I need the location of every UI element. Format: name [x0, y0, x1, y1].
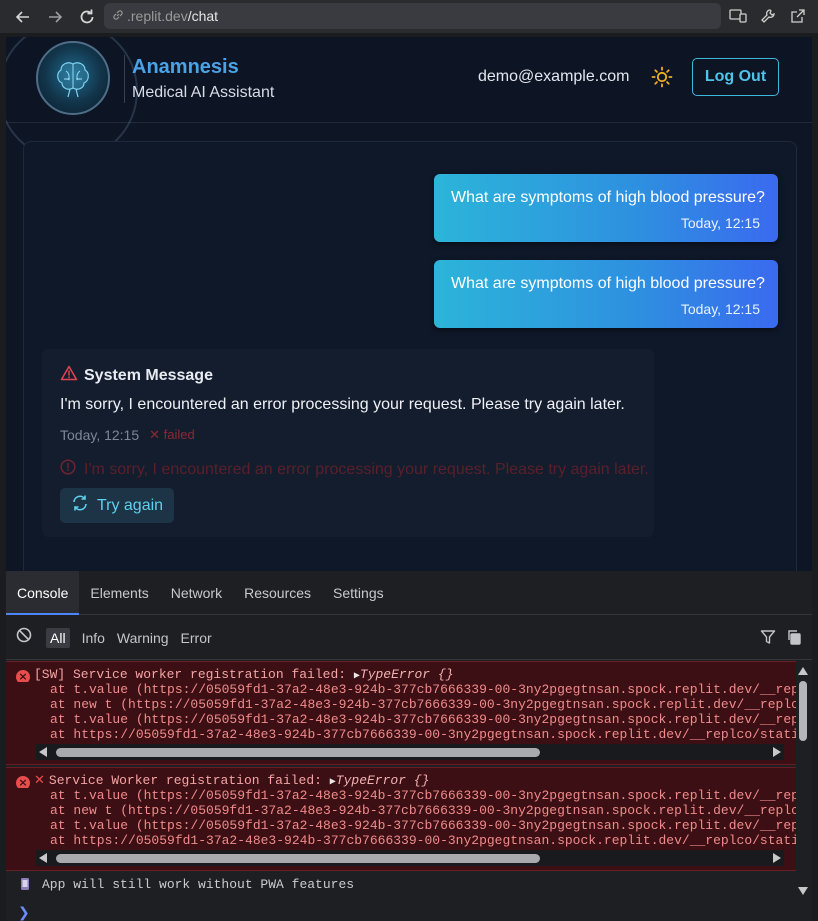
filter-info[interactable]: Info [82, 630, 105, 646]
log-type: TypeError {} [335, 773, 430, 788]
error-notice-text: I'm sorry, I encountered an error proces… [84, 460, 649, 478]
log-message: [SW] Service worker registration failed: [34, 667, 354, 682]
brand-title: Anamnesis [132, 56, 239, 78]
system-message-meta: Today, 12:15 ✕ failed [60, 427, 195, 443]
scrollbar-thumb[interactable] [56, 748, 540, 757]
log-type: TypeError {} [359, 667, 454, 682]
user-message: What are symptoms of high blood pressure… [434, 260, 778, 328]
horizontal-scrollbar[interactable] [36, 744, 784, 760]
scroll-down-arrow-icon[interactable] [798, 887, 808, 895]
devtools-panel: Console Elements Network Resources Setti… [6, 571, 812, 921]
filter-error[interactable]: Error [181, 630, 212, 646]
console-prompt-icon[interactable]: ❯ [18, 905, 30, 921]
message-text: What are symptoms of high blood pressure… [451, 189, 765, 206]
stack-line: at t.value (https://05059fd1-37a2-48e3-9… [50, 712, 796, 727]
error-circle-icon: × [16, 670, 30, 682]
message-text: What are symptoms of high blood pressure… [451, 275, 765, 292]
copy-icon[interactable] [786, 629, 802, 650]
log-header: × ✕ Service Worker registration failed: ▶T… [6, 773, 796, 788]
stack-line: at new t (https://05059fd1-37a2-48e3-924… [50, 803, 796, 818]
user-message: What are symptoms of high blood pressure… [434, 174, 778, 242]
logout-button[interactable]: Log Out [692, 58, 779, 96]
console-error-entry: × ✕ Service Worker registration failed: ▶T… [6, 767, 796, 871]
scroll-right-arrow-icon[interactable] [773, 747, 781, 757]
scrollbar-thumb[interactable] [799, 681, 807, 741]
stack-line: at t.value (https://05059fd1-37a2-48e3-9… [50, 818, 796, 833]
console-filterbar: All Info Warning Error [6, 616, 812, 660]
message-time: Today, 12:15 [680, 301, 760, 317]
reload-icon[interactable] [74, 4, 100, 30]
stack-line: at new t (https://05059fd1-37a2-48e3-924… [50, 697, 796, 712]
stack-line: at https://05059fd1-37a2-48e3-924b-377cb… [50, 727, 796, 742]
filter-all[interactable]: All [46, 627, 70, 648]
tab-network[interactable]: Network [160, 571, 233, 615]
url-host: .replit.dev [127, 8, 188, 24]
stack-line: at t.value (https://05059fd1-37a2-48e3-9… [50, 788, 796, 803]
tab-settings[interactable]: Settings [322, 571, 395, 615]
scroll-left-arrow-icon[interactable] [39, 747, 47, 757]
tab-console[interactable]: Console [6, 571, 80, 615]
log-header: × [SW] Service worker registration failed… [6, 667, 796, 682]
phone-icon [20, 877, 30, 895]
console-info-entry: App will still work without PWA features [6, 877, 796, 893]
system-message-time: Today, 12:15 [60, 427, 140, 443]
scroll-up-arrow-icon[interactable] [798, 667, 808, 675]
devices-icon[interactable] [726, 4, 750, 28]
app-header: Anamnesis Medical AI Assistant demo@exam… [6, 37, 812, 161]
chat-panel: What are symptoms of high blood pressure… [23, 141, 797, 571]
scrollbar-thumb[interactable] [56, 854, 540, 863]
info-message: App will still work without PWA features [42, 877, 355, 892]
filter-funnel-icon[interactable] [760, 629, 776, 650]
scroll-right-arrow-icon[interactable] [773, 853, 781, 863]
try-again-button[interactable]: Try again [60, 488, 174, 523]
app-window: Anamnesis Medical AI Assistant demo@exam… [6, 37, 812, 571]
forward-icon[interactable] [42, 4, 68, 30]
cross-icon: ✕ [34, 773, 45, 788]
error-notice: I'm sorry, I encountered an error proces… [60, 459, 649, 480]
system-message-header: System Message [60, 365, 213, 386]
tab-elements[interactable]: Elements [79, 571, 159, 615]
console-error-entry: × [SW] Service worker registration failed… [6, 661, 796, 765]
brain-logo-icon [36, 41, 110, 115]
vertical-scrollbar[interactable] [798, 667, 808, 895]
system-message: System Message I'm sorry, I encountered … [42, 349, 654, 537]
failed-status: ✕ failed [149, 427, 195, 442]
browser-toolbar: .replit.dev/chat [0, 0, 818, 33]
address-bar[interactable]: .replit.dev/chat [104, 3, 721, 29]
system-message-text: I'm sorry, I encountered an error proces… [60, 396, 625, 413]
log-message: Service Worker registration failed: [48, 773, 330, 788]
brand-divider [124, 55, 125, 103]
scroll-left-arrow-icon[interactable] [39, 853, 47, 863]
alert-circle-icon [60, 459, 76, 480]
error-circle-icon: × [16, 776, 30, 788]
system-message-title: System Message [84, 366, 213, 384]
sun-icon[interactable] [651, 66, 673, 93]
link-icon [112, 8, 124, 24]
filter-warning[interactable]: Warning [117, 630, 169, 646]
clear-console-icon[interactable] [16, 627, 32, 648]
try-again-label: Try again [96, 496, 164, 514]
warning-triangle-icon [60, 365, 78, 386]
url-path: /chat [187, 8, 219, 24]
open-external-icon[interactable] [786, 4, 810, 28]
refresh-icon [71, 494, 89, 517]
horizontal-scrollbar[interactable] [36, 850, 784, 866]
back-icon[interactable] [10, 4, 36, 30]
stack-line: at https://05059fd1-37a2-48e3-924b-377cb… [50, 833, 796, 848]
wrench-icon[interactable] [756, 4, 780, 28]
user-email: demo@example.com [478, 68, 630, 85]
message-time: Today, 12:15 [680, 215, 760, 231]
stack-line: at t.value (https://05059fd1-37a2-48e3-9… [50, 682, 796, 697]
devtools-tabs: Console Elements Network Resources Setti… [6, 571, 812, 615]
tab-resources[interactable]: Resources [233, 571, 322, 615]
brand-subtitle: Medical AI Assistant [132, 84, 275, 101]
